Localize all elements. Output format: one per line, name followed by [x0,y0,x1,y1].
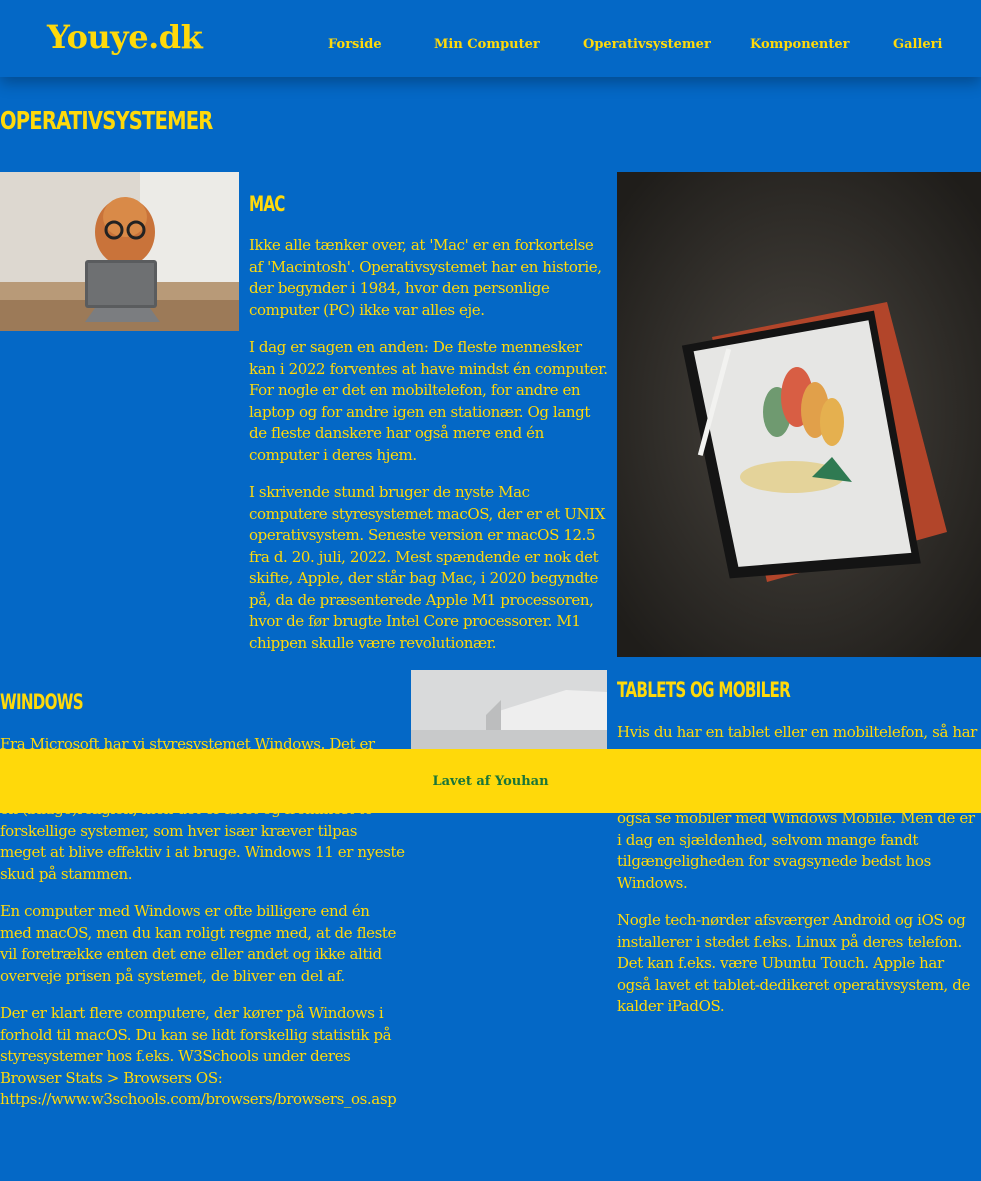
windows-text-continued: en (bliage)religion, men det er først og… [0,799,405,1127]
tablets-paragraph-2: Nogle tech-nørder afsværger Android og i… [617,911,970,1015]
page-title: Operativsystemer [0,106,213,135]
tablets-heading: Tablets og mobiler [617,678,791,702]
windows-paragraph-3: Der er klart flere computere, der kører … [0,1004,397,1108]
mac-paragraph-2: I dag er sagen en anden: De fleste menne… [249,338,608,464]
mac-text: Ikke alle tænker over, at 'Mac' er en fo… [249,235,611,670]
dog-laptop-image [0,172,239,331]
mac-paragraph-3: I skrivende stund bruger de nyste Mac co… [249,483,605,652]
nav-link-galleri[interactable]: Galleri [893,37,942,52]
nav-link-min-computer[interactable]: Min Computer [434,37,540,52]
site-header: Youye.dk Forside Min Computer Operativsy… [0,0,981,77]
mac-paragraph-1: Ikke alle tænker over, at 'Mac' er en fo… [249,236,602,319]
nav-link-komponenter[interactable]: Komponenter [750,37,850,52]
windows-heading: Windows [0,690,84,714]
windows-paragraph-2: En computer med Windows er ofte billiger… [0,902,397,985]
tablets-text-continued: også se mobiler med Windows Mobile. Men … [617,808,981,1034]
nav-link-operativsystemer[interactable]: Operativsystemer [583,37,711,52]
tablets-paragraph-1b: også se mobiler med Windows Mobile. Men … [617,809,975,892]
main-nav: Forside Min Computer Operativsystemer Ko… [0,37,981,57]
site-footer: Lavet af Youhan [0,749,981,813]
windows-image [411,670,607,749]
mac-heading: Mac [249,192,285,216]
nav-link-forside[interactable]: Forside [328,37,382,52]
ipad-image [617,172,981,657]
footer-credit: Lavet af Youhan [432,773,549,789]
tablets-paragraph-1: Hvis du har en tablet eller en mobiltele… [617,723,977,741]
